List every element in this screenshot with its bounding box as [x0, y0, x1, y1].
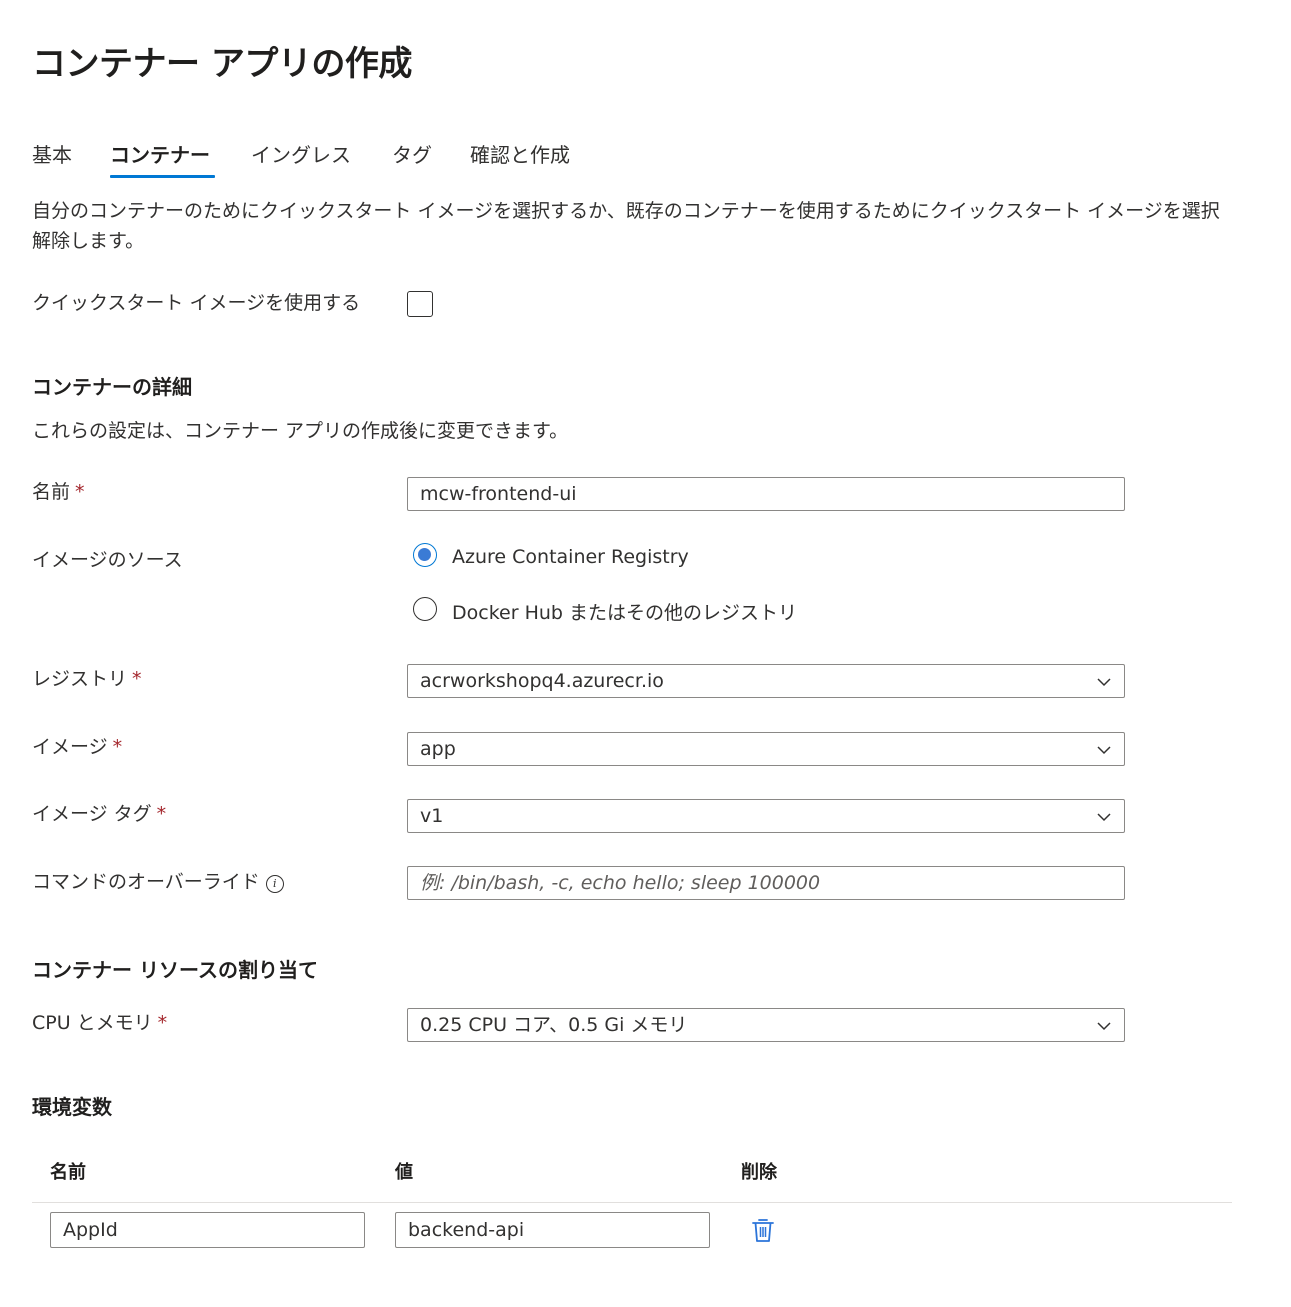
page-title: コンテナー アプリの作成: [32, 44, 412, 84]
name-input-value: mcw-frontend-ui: [420, 483, 577, 505]
radio-azure-container-registry[interactable]: [413, 543, 437, 567]
registry-dropdown[interactable]: acrworkshopq4.azurecr.io: [407, 664, 1125, 698]
image-label: イメージ *: [32, 736, 123, 758]
env-col-name: 名前: [50, 1162, 86, 1183]
required-marker: *: [112, 736, 123, 758]
cpu-memory-label: CPU とメモリ *: [32, 1012, 168, 1034]
quickstart-checkbox[interactable]: [407, 291, 433, 317]
image-dropdown-value: app: [420, 738, 456, 760]
radio-label-docker-hub[interactable]: Docker Hub またはその他のレジストリ: [452, 598, 797, 625]
tab-container[interactable]: コンテナー: [110, 139, 210, 168]
tab-review-create[interactable]: 確認と作成: [470, 139, 570, 168]
cpu-memory-dropdown-value: 0.25 CPU コア、0.5 Gi メモリ: [420, 1014, 688, 1036]
required-marker: *: [157, 1012, 168, 1034]
container-details-heading: コンテナーの詳細: [32, 375, 192, 399]
env-vars-heading: 環境変数: [32, 1095, 112, 1119]
env-col-delete: 削除: [741, 1162, 777, 1183]
tab-tags[interactable]: タグ: [392, 139, 432, 168]
env-name-input[interactable]: AppId: [50, 1212, 365, 1248]
name-label: 名前 *: [32, 481, 85, 503]
image-tag-dropdown[interactable]: v1: [407, 799, 1125, 833]
image-tag-label: イメージ タグ *: [32, 803, 167, 825]
required-marker: *: [132, 668, 142, 690]
env-value-input[interactable]: backend-api: [395, 1212, 710, 1248]
cpu-memory-dropdown[interactable]: 0.25 CPU コア、0.5 Gi メモリ: [407, 1008, 1125, 1042]
required-marker: *: [75, 481, 85, 503]
registry-label: レジストリ *: [32, 668, 142, 690]
chevron-down-icon: [1097, 813, 1111, 822]
more-options-button[interactable]: ···: [396, 48, 413, 69]
image-source-label: イメージのソース: [32, 549, 183, 571]
container-resources-heading: コンテナー リソースの割り当て: [32, 958, 318, 982]
active-tab-indicator: [110, 175, 215, 178]
command-override-input[interactable]: 例: /bin/bash, -c, echo hello; sleep 1000…: [407, 866, 1125, 900]
trash-icon[interactable]: [751, 1217, 775, 1243]
table-divider: [32, 1202, 1232, 1203]
quickstart-label: クイックスタート イメージを使用する: [32, 292, 361, 314]
image-dropdown[interactable]: app: [407, 732, 1125, 766]
image-tag-dropdown-value: v1: [420, 805, 444, 827]
required-marker: *: [156, 803, 167, 825]
env-col-value: 値: [395, 1162, 413, 1183]
radio-label-azure-container-registry[interactable]: Azure Container Registry: [452, 546, 689, 568]
intro-description: 自分のコンテナーのためにクイックスタート イメージを選択するか、既存のコンテナー…: [32, 200, 1220, 252]
command-override-placeholder: 例: /bin/bash, -c, echo hello; sleep 1000…: [420, 872, 821, 894]
chevron-down-icon: [1097, 746, 1111, 755]
chevron-down-icon: [1097, 1022, 1111, 1031]
name-input[interactable]: mcw-frontend-ui: [407, 477, 1125, 511]
container-details-note: これらの設定は、コンテナー アプリの作成後に変更できます。: [32, 420, 569, 442]
registry-dropdown-value: acrworkshopq4.azurecr.io: [420, 670, 664, 692]
command-override-label: コマンドのオーバーライド i: [32, 867, 284, 894]
radio-docker-hub[interactable]: [413, 597, 437, 621]
tab-basics[interactable]: 基本: [32, 139, 72, 168]
chevron-down-icon: [1097, 678, 1111, 687]
info-icon[interactable]: i: [265, 875, 284, 893]
tab-ingress[interactable]: イングレス: [251, 139, 351, 168]
